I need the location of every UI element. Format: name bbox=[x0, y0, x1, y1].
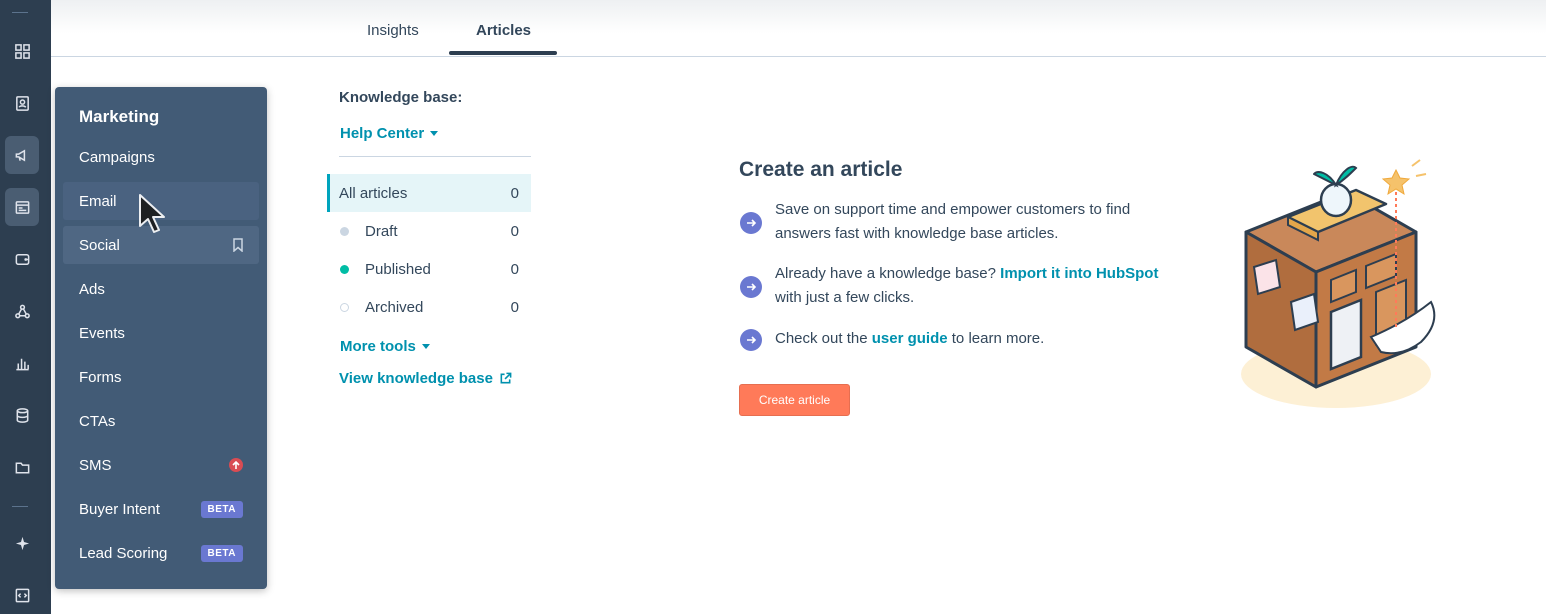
more-tools-label: More tools bbox=[340, 338, 416, 355]
content-icon bbox=[15, 200, 29, 214]
bullet-text: with just a few clicks. bbox=[775, 289, 915, 306]
flyout-item-lead-scoring[interactable]: Lead Scoring BETA bbox=[63, 534, 259, 572]
tab-insights[interactable]: Insights bbox=[367, 22, 419, 39]
code-icon bbox=[15, 588, 29, 602]
rail-divider bbox=[12, 506, 28, 507]
nav-data-button[interactable] bbox=[5, 396, 39, 434]
filter-label: All articles bbox=[339, 184, 408, 202]
bullet-text: Already have a knowledge base? bbox=[775, 265, 1001, 282]
status-dot-icon bbox=[340, 303, 349, 312]
flyout-item-buyer-intent[interactable]: Buyer Intent BETA bbox=[63, 490, 259, 528]
view-knowledge-base-link[interactable]: View knowledge base bbox=[339, 370, 512, 387]
filter-count: 0 bbox=[510, 222, 519, 240]
nav-automation-button[interactable] bbox=[5, 292, 39, 330]
caret-down-icon bbox=[421, 344, 430, 349]
nav-marketing-button[interactable] bbox=[5, 136, 39, 174]
view-knowledge-base-label: View knowledge base bbox=[339, 370, 493, 387]
flyout-item-events[interactable]: Events bbox=[63, 314, 259, 352]
divider bbox=[339, 156, 531, 157]
nav-bookmarks-button[interactable] bbox=[5, 32, 39, 70]
flyout-item-label: Email bbox=[79, 192, 117, 210]
filter-label: Published bbox=[365, 260, 431, 278]
nav-crm-button[interactable] bbox=[5, 84, 39, 122]
rail-divider bbox=[12, 12, 28, 13]
bullet-text: to learn more. bbox=[947, 330, 1045, 347]
sparkle-icon bbox=[15, 536, 29, 550]
flyout-item-label: Buyer Intent bbox=[79, 500, 160, 518]
upgrade-icon bbox=[229, 458, 243, 472]
global-nav-rail bbox=[0, 0, 51, 614]
nav-ai-button[interactable] bbox=[5, 524, 39, 562]
flyout-item-ads[interactable]: Ads bbox=[63, 270, 259, 308]
workflow-icon bbox=[14, 304, 30, 318]
contacts-icon bbox=[15, 95, 29, 111]
bullet-text: Save on support time and empower custome… bbox=[775, 201, 1131, 242]
flyout-item-label: SMS bbox=[79, 456, 112, 474]
flyout-item-label: CTAs bbox=[79, 412, 116, 430]
database-icon bbox=[16, 407, 28, 423]
arrow-right-icon bbox=[740, 329, 762, 351]
flyout-item-campaigns[interactable]: Campaigns bbox=[63, 138, 259, 176]
knowledge-base-label: Knowledge base: bbox=[339, 89, 463, 106]
nav-content-button[interactable] bbox=[5, 188, 39, 226]
external-link-icon bbox=[500, 372, 512, 384]
bullet-text-3: Check out the user guide to learn more. bbox=[775, 327, 1175, 351]
reports-icon bbox=[15, 358, 29, 370]
flyout-item-sms[interactable]: SMS bbox=[63, 446, 259, 484]
beta-badge: BETA bbox=[200, 545, 243, 562]
filing-cabinet-illustration bbox=[1241, 159, 1436, 408]
caret-down-icon bbox=[430, 131, 439, 136]
arrow-right-icon bbox=[740, 276, 762, 298]
nav-reporting-button[interactable] bbox=[5, 344, 39, 382]
megaphone-icon bbox=[15, 148, 25, 162]
grid-icon bbox=[14, 43, 30, 59]
filter-count: 0 bbox=[510, 298, 519, 316]
empty-state-title: Create an article bbox=[739, 158, 903, 181]
filter-label: Draft bbox=[365, 222, 398, 240]
mouse-cursor-icon bbox=[139, 194, 165, 233]
nav-commerce-button[interactable] bbox=[5, 240, 39, 278]
status-dot-icon bbox=[340, 265, 349, 274]
flyout-item-label: Social bbox=[79, 236, 120, 254]
bullet-text: Check out the bbox=[775, 330, 872, 347]
filter-all-articles[interactable]: All articles 0 bbox=[327, 174, 531, 212]
tab-articles[interactable]: Articles bbox=[476, 22, 531, 39]
status-dot-icon bbox=[340, 227, 349, 236]
active-tab-indicator bbox=[449, 51, 557, 55]
filter-label: Archived bbox=[365, 298, 424, 316]
filter-count: 0 bbox=[510, 184, 519, 202]
flyout-title: Marketing bbox=[79, 107, 160, 126]
user-guide-link[interactable]: user guide bbox=[872, 330, 948, 347]
knowledge-base-dropdown[interactable]: Help Center bbox=[340, 125, 439, 142]
bullet-text-1: Save on support time and empower custome… bbox=[775, 198, 1175, 246]
flyout-item-label: Ads bbox=[79, 280, 105, 298]
beta-badge: BETA bbox=[200, 501, 243, 518]
flyout-item-label: Lead Scoring bbox=[79, 544, 168, 562]
arrow-right-icon bbox=[740, 212, 762, 234]
bullet-text-2: Already have a knowledge base? Import it… bbox=[775, 262, 1175, 310]
marketing-flyout-menu: Marketing Campaigns Email Social Ads Eve… bbox=[55, 87, 267, 589]
filter-draft[interactable]: Draft 0 bbox=[327, 212, 531, 250]
nav-developer-button[interactable] bbox=[5, 576, 39, 614]
flyout-item-label: Forms bbox=[79, 368, 122, 386]
flyout-item-label: Events bbox=[79, 324, 125, 342]
import-link[interactable]: Import it into HubSpot bbox=[1000, 265, 1158, 282]
flyout-item-label: Campaigns bbox=[79, 148, 155, 166]
knowledge-base-selected: Help Center bbox=[340, 125, 425, 142]
filter-count: 0 bbox=[510, 260, 519, 278]
bookmark-icon[interactable] bbox=[233, 238, 243, 252]
filter-published[interactable]: Published 0 bbox=[327, 250, 531, 288]
more-tools-dropdown[interactable]: More tools bbox=[340, 338, 430, 355]
commerce-icon bbox=[15, 253, 29, 265]
page-tabs-bar: Insights Articles bbox=[51, 0, 1546, 57]
flyout-item-forms[interactable]: Forms bbox=[63, 358, 259, 396]
create-article-button[interactable]: Create article bbox=[739, 384, 850, 416]
folder-icon bbox=[15, 461, 29, 473]
nav-library-button[interactable] bbox=[5, 448, 39, 486]
filter-archived[interactable]: Archived 0 bbox=[327, 288, 531, 326]
flyout-item-ctas[interactable]: CTAs bbox=[63, 402, 259, 440]
